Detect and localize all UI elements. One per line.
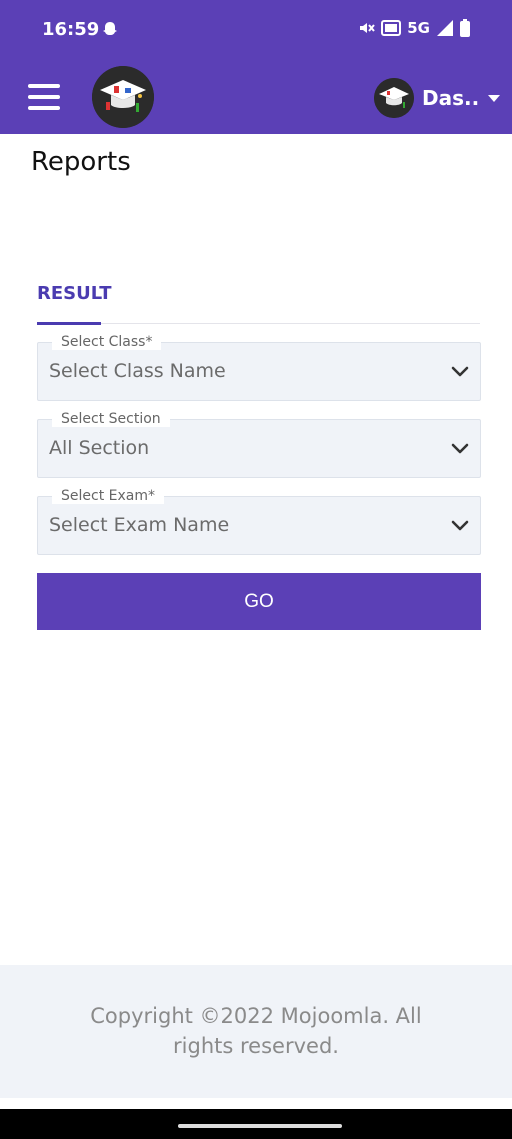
system-nav-bar	[0, 1109, 512, 1139]
copyright-line-1: Copyright ©2022 Mojoomla. All	[90, 1004, 422, 1028]
page-title: Reports	[31, 147, 131, 177]
snapchat-icon	[103, 22, 117, 35]
tab-result-label: RESULT	[37, 283, 112, 304]
hamburger-menu-icon[interactable]	[28, 84, 60, 110]
select-class-value: Select Class Name	[49, 360, 226, 382]
network-type: 5G	[407, 19, 430, 37]
select-exam-value: Select Exam Name	[49, 514, 230, 536]
go-button[interactable]: GO	[37, 573, 481, 630]
tab-bar: RESULT	[37, 280, 480, 325]
mute-icon	[360, 23, 376, 33]
select-exam-dropdown[interactable]: Select Exam* Select Exam Name	[37, 488, 481, 555]
signal-icon	[437, 20, 453, 36]
copyright-line-2: rights reserved.	[173, 1034, 339, 1058]
status-time: 16:59	[42, 19, 100, 40]
select-section-dropdown[interactable]: Select Section All Section	[37, 411, 481, 478]
tab-active-indicator	[37, 322, 101, 325]
app-bar: Das...	[0, 62, 512, 134]
select-exam-label: Select Exam*	[52, 488, 164, 504]
select-class-label: Select Class*	[52, 334, 162, 350]
chevron-down-icon	[451, 520, 469, 531]
user-name[interactable]: Das...	[422, 86, 478, 110]
select-section-label: Select Section	[52, 411, 170, 427]
status-bar: 16:59 5G	[0, 0, 512, 62]
battery-icon	[460, 19, 470, 37]
avatar	[374, 78, 414, 118]
footer: Copyright ©2022 Mojoomla. All rights res…	[0, 965, 512, 1098]
chevron-down-icon	[451, 366, 469, 377]
select-class-dropdown[interactable]: Select Class* Select Class Name	[37, 334, 481, 401]
school-logo[interactable]	[92, 66, 154, 128]
tab-result[interactable]: RESULT	[37, 280, 112, 325]
caret-down-icon[interactable]	[488, 94, 500, 102]
status-icons: 5G	[357, 19, 470, 37]
user-menu[interactable]: Das...	[374, 76, 500, 120]
chevron-down-icon	[451, 443, 469, 454]
home-gesture-handle[interactable]	[178, 1124, 342, 1128]
copyright-text: Copyright ©2022 Mojoomla. All rights res…	[70, 1001, 442, 1061]
volte-icon	[381, 20, 402, 36]
select-section-value: All Section	[49, 437, 150, 459]
